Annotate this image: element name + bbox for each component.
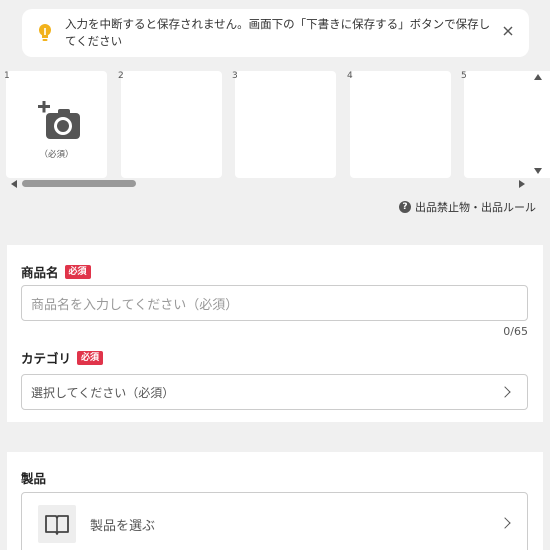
rules-link-label[interactable]: 出品禁止物・出品ルール <box>415 199 536 215</box>
book-icon <box>45 515 69 535</box>
category-label: カテゴリ <box>21 351 72 366</box>
title-char-counter: 0/65 <box>503 325 528 338</box>
question-icon: ? <box>399 201 411 213</box>
chevron-right-icon <box>499 386 511 398</box>
close-icon[interactable] <box>501 24 515 38</box>
slot-number: 4 <box>347 71 353 81</box>
category-label-row: カテゴリ 必須 <box>21 348 104 367</box>
scroll-left-icon[interactable] <box>11 180 17 188</box>
photo-slot[interactable]: 2 <box>114 68 222 178</box>
prohibited-items-rules-link[interactable]: ? 出品禁止物・出品ルール <box>399 199 536 215</box>
add-photo-icon <box>38 101 80 139</box>
scroll-up-icon[interactable] <box>534 74 542 80</box>
scroll-down-icon[interactable] <box>534 168 542 174</box>
item-details-section: 商品名 必須 商品名を入力してください（必須） 0/65 カテゴリ 必須 選択し… <box>7 245 543 422</box>
slot-number: 2 <box>118 71 124 81</box>
product-section: 製品 製品を選ぶ <box>7 452 543 550</box>
photo-slot[interactable]: 4 <box>343 68 451 178</box>
chevron-right-icon <box>499 517 511 529</box>
title-label-row: 商品名 必須 <box>21 262 91 281</box>
book-icon-wrap <box>38 505 76 543</box>
horizontal-scrollbar[interactable] <box>0 178 550 190</box>
select-product-button[interactable]: 製品を選ぶ <box>21 492 528 550</box>
scroll-right-icon[interactable] <box>519 180 525 188</box>
required-badge: 必須 <box>77 350 104 365</box>
slot-number: 5 <box>461 71 467 81</box>
photo-slot-card[interactable] <box>121 71 222 178</box>
slot-number: 1 <box>4 71 10 81</box>
product-label: 製品 <box>21 471 47 486</box>
scrollbar-thumb[interactable] <box>22 180 136 187</box>
photo-slot[interactable]: 3 <box>228 68 336 178</box>
photo-slots: （必須） 1 2 3 4 5 <box>0 68 550 180</box>
required-badge: 必須 <box>64 264 91 279</box>
notice-text: 入力を中断すると保存されません。画面下の「下書きに保存する」ボタンで保存してくだ… <box>65 17 491 48</box>
title-input[interactable]: 商品名を入力してください（必須） <box>21 285 528 321</box>
category-select[interactable]: 選択してください（必須） <box>21 374 528 410</box>
select-product-label: 製品を選ぶ <box>90 519 156 534</box>
photo-slot[interactable]: （必須） 1 <box>0 68 108 178</box>
photo-slot-card[interactable] <box>350 71 451 178</box>
slot-number: 3 <box>232 71 238 81</box>
title-input-placeholder: 商品名を入力してください（必須） <box>31 297 239 313</box>
lightbulb-icon <box>39 24 51 41</box>
photo-slot-card[interactable] <box>235 71 336 178</box>
category-placeholder: 選択してください（必須） <box>31 385 175 400</box>
photo-required-caption: （必須） <box>39 150 74 160</box>
title-label: 商品名 <box>21 265 59 280</box>
notice-banner: 入力を中断すると保存されません。画面下の「下書きに保存する」ボタンで保存してくだ… <box>22 9 529 57</box>
photo-slot-card[interactable]: （必須） <box>6 71 107 178</box>
vertical-scrollbar[interactable] <box>532 70 542 180</box>
